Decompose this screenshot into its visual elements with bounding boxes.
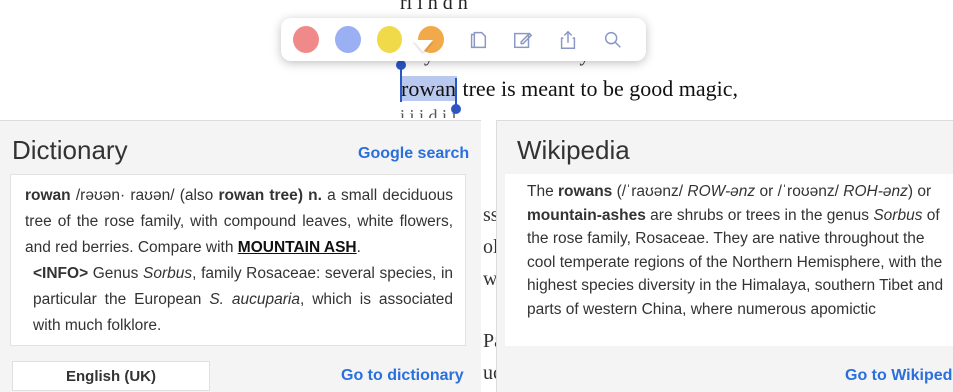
wiki-italic: ROH-ənz [843,183,908,200]
selection-toolbar [281,18,646,61]
gap-text: Pa [483,330,496,352]
dictionary-title: Dictionary [12,135,128,165]
google-search-link[interactable]: Google search [358,145,469,163]
info-species: S. aucuparia [209,291,300,308]
definition-paragraph: rowan /rəʊən· raʊən/ (also rowan tree) n… [25,183,453,261]
wiki-italic: ROW-ənz [687,183,756,200]
headword: rowan [25,187,71,204]
book-text-between-panels: ss ol wo Pa uc [481,120,496,392]
book-line-partial-top: ri i h d h [400,0,468,14]
wikipedia-extract: The rowans (/ˈraʊənz/ ROW-ənz or /ˈroʊən… [505,174,953,346]
gap-text: ss [483,204,496,226]
wiki-italic: Sorbus [873,206,923,224]
info-label: <INFO> [33,265,89,282]
info-paragraph: <INFO> Genus Sorbus, family Rosaceae: se… [25,261,453,339]
wiki-text: or /ˈroʊənz/ [755,183,844,200]
gap-text: ol [483,236,496,258]
wiki-bold: rowans [558,183,613,200]
info-genus: Sorbus [143,265,193,282]
book-line-2: rowan tree is meant to be good magic, [400,76,738,102]
highlight-red-swatch[interactable] [293,26,319,53]
wiki-text: are shrubs or trees in the genus [645,206,874,224]
mountain-ash-link[interactable]: MOUNTAIN ASH [238,239,357,256]
wiki-bold: mountain-ashes [527,206,646,224]
highlight-blue-swatch[interactable] [334,26,361,53]
info-text: Genus [88,265,144,282]
go-to-wikipedia-link[interactable]: Go to Wikiped [845,367,952,385]
punctuation: . [356,239,361,256]
share-icon[interactable] [556,28,579,52]
part-of-speech: ) n. [297,187,322,204]
highlight-yellow-swatch[interactable] [376,26,403,53]
wikipedia-panel: Wikipedia The rowans (/ˈraʊənz/ ROW-ənz … [496,120,953,392]
gap-text: wo [483,268,496,290]
copy-icon[interactable] [466,28,489,52]
note-icon[interactable] [511,28,534,52]
search-icon[interactable] [601,28,624,52]
wikipedia-title: Wikipedia [517,135,630,165]
book-line-3-partial: i i i d i i [400,106,457,118]
variant-headword: rowan tree [218,187,298,204]
wiki-text: The [527,183,559,200]
gap-text: uc [483,362,496,384]
selected-word[interactable]: rowan [400,76,457,101]
wiki-text: ) or [907,183,932,200]
language-selector[interactable]: English (UK) [12,361,210,391]
pronunciation: /rəʊən· raʊən/ (also [70,187,219,204]
toolbar-pointer [413,40,433,52]
go-to-dictionary-link[interactable]: Go to dictionary [341,367,464,385]
book-line-2-rest: tree is meant to be good magic, [456,76,739,101]
dictionary-entry: rowan /rəʊən· raʊən/ (also rowan tree) n… [10,174,466,346]
selection-start-knob[interactable] [396,60,406,70]
wiki-text: (/ˈraʊənz/ [612,183,688,200]
dictionary-panel: Dictionary Google search rowan /rəʊən· r… [0,120,481,392]
